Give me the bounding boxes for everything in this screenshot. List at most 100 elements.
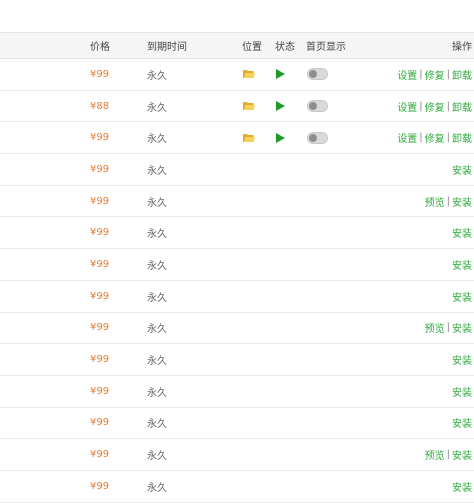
- toggle-track: [307, 68, 328, 81]
- separator: |: [419, 132, 423, 144]
- price-cell: ¥99: [90, 417, 110, 429]
- table-row: ¥99 永久 预览 | 安装: [0, 439, 474, 471]
- expire-cell: 永久: [147, 324, 167, 336]
- install-link[interactable]: 安装: [452, 352, 472, 367]
- preview-link[interactable]: 预览: [425, 447, 445, 462]
- table-row: ¥99 永久 安装: [0, 249, 474, 281]
- table-row: ¥99 永久 安装: [0, 281, 474, 313]
- ops-cell: 预览 | 安装: [425, 313, 472, 344]
- table-row: ¥88 永久 设置 | 修复 | 卸载: [0, 91, 474, 123]
- uninstall-link[interactable]: 卸载: [452, 99, 472, 114]
- table-row: ¥99 永久 设置 | 修复 | 卸载: [0, 59, 474, 91]
- price-cell: ¥99: [90, 385, 110, 397]
- expire-cell: 永久: [147, 292, 167, 304]
- separator: |: [419, 100, 423, 112]
- table-row: ¥99 永久 安装: [0, 471, 474, 503]
- install-link[interactable]: 安装: [452, 384, 472, 399]
- install-link[interactable]: 安装: [452, 415, 472, 430]
- expire-cell: 永久: [147, 102, 167, 114]
- homepage-toggle[interactable]: [307, 59, 328, 90]
- repair-link[interactable]: 修复: [425, 99, 445, 114]
- play-icon[interactable]: [276, 59, 285, 90]
- header-homepage: 首页显示: [306, 42, 346, 53]
- install-link[interactable]: 安装: [452, 257, 472, 272]
- price-cell: ¥99: [90, 68, 110, 80]
- expire-cell: 永久: [147, 70, 167, 82]
- ops-cell: 设置 | 修复 | 卸载: [397, 122, 472, 153]
- repair-link[interactable]: 修复: [425, 130, 445, 145]
- table-row: ¥99 永久 设置 | 修复 | 卸载: [0, 122, 474, 155]
- expire-cell: 永久: [147, 197, 167, 209]
- install-link[interactable]: 安装: [452, 479, 472, 494]
- header-ops: 操作: [452, 42, 472, 53]
- preview-link[interactable]: 预览: [425, 320, 445, 335]
- folder-icon[interactable]: [243, 91, 255, 122]
- ops-cell: 安装: [452, 217, 472, 248]
- ops-cell: 安装: [452, 249, 472, 280]
- play-icon[interactable]: [276, 91, 285, 122]
- install-link[interactable]: 安装: [452, 447, 472, 462]
- separator: |: [446, 68, 450, 80]
- toggle-track: [307, 131, 328, 144]
- ops-cell: 安装: [452, 376, 472, 407]
- install-link[interactable]: 安装: [452, 225, 472, 240]
- expire-cell: 永久: [147, 451, 167, 463]
- uninstall-link[interactable]: 卸载: [452, 130, 472, 145]
- settings-link[interactable]: 设置: [397, 67, 417, 82]
- homepage-toggle[interactable]: [307, 91, 328, 122]
- ops-cell: 安装: [452, 344, 472, 375]
- table-row: ¥99 永久 安装: [0, 344, 474, 376]
- homepage-toggle[interactable]: [307, 122, 328, 153]
- play-icon[interactable]: [276, 122, 285, 153]
- plugin-table-body: ¥99 永久 设置 | 修复 | 卸载 ¥88 永久 设置 | 修复 | 卸载 ¥99 永久 设置 | 修复 | 卸载 ¥…: [0, 59, 474, 503]
- price-cell: ¥99: [90, 258, 110, 270]
- ops-cell: 安装: [452, 281, 472, 312]
- ops-cell: 设置 | 修复 | 卸载: [397, 91, 472, 122]
- install-link[interactable]: 安装: [452, 289, 472, 304]
- ops-cell: 安装: [452, 408, 472, 439]
- price-cell: ¥88: [90, 100, 110, 112]
- expire-cell: 永久: [147, 419, 167, 431]
- separator: |: [446, 195, 450, 207]
- toggle-knob: [309, 133, 317, 142]
- expire-cell: 永久: [147, 356, 167, 368]
- uninstall-link[interactable]: 卸载: [452, 67, 472, 82]
- ops-cell: 安装: [452, 154, 472, 185]
- repair-link[interactable]: 修复: [425, 67, 445, 82]
- preview-link[interactable]: 预览: [425, 194, 445, 209]
- price-cell: ¥99: [90, 163, 110, 175]
- ops-cell: 预览 | 安装: [425, 186, 472, 217]
- expire-cell: 永久: [147, 165, 167, 177]
- price-cell: ¥99: [90, 449, 110, 461]
- table-row: ¥99 永久 安装: [0, 408, 474, 440]
- separator: |: [446, 132, 450, 144]
- settings-link[interactable]: 设置: [397, 130, 417, 145]
- price-cell: ¥99: [90, 354, 110, 366]
- expire-cell: 永久: [147, 229, 167, 241]
- table-row: ¥99 永久 安装: [0, 154, 474, 186]
- expire-cell: 永久: [147, 134, 167, 146]
- price-cell: ¥99: [90, 195, 110, 207]
- table-row: ¥99 永久 预览 | 安装: [0, 313, 474, 345]
- price-cell: ¥99: [90, 227, 110, 239]
- install-link[interactable]: 安装: [452, 320, 472, 335]
- toggle-track: [307, 100, 328, 113]
- folder-icon[interactable]: [243, 122, 255, 153]
- price-cell: ¥99: [90, 132, 110, 144]
- ops-cell: 设置 | 修复 | 卸载: [397, 59, 472, 90]
- separator: |: [419, 68, 423, 80]
- folder-icon[interactable]: [243, 59, 255, 90]
- expire-cell: 永久: [147, 482, 167, 494]
- price-cell: ¥99: [90, 480, 110, 492]
- header-status: 状态: [275, 42, 295, 53]
- separator: |: [446, 322, 450, 334]
- ops-cell: 预览 | 安装: [425, 439, 472, 470]
- install-link[interactable]: 安装: [452, 162, 472, 177]
- toggle-knob: [309, 102, 317, 111]
- install-link[interactable]: 安装: [452, 194, 472, 209]
- expire-cell: 永久: [147, 260, 167, 272]
- separator: |: [446, 449, 450, 461]
- price-cell: ¥99: [90, 290, 110, 302]
- settings-link[interactable]: 设置: [397, 99, 417, 114]
- table-row: ¥99 永久 预览 | 安装: [0, 186, 474, 218]
